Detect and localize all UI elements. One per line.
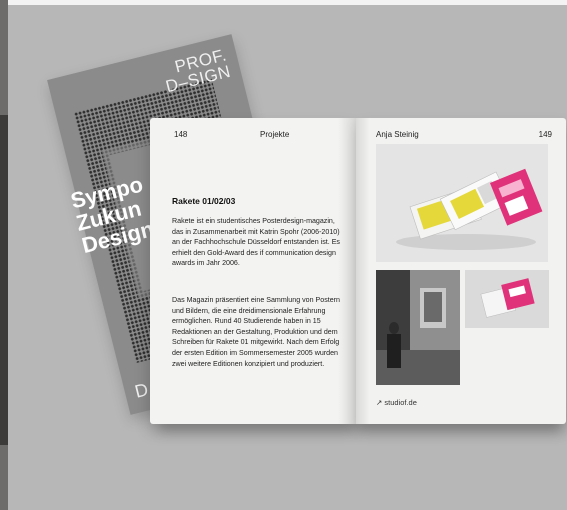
article-title: Rakete 01/02/03 xyxy=(172,196,236,206)
detail-illustration xyxy=(465,270,549,328)
right-page-number: 149 xyxy=(538,130,552,139)
section-header: Projekte xyxy=(260,130,290,139)
photo-scene: PROF. D–SIGN Sympo Zukun Design D 148 Pr… xyxy=(0,0,567,510)
open-magazine: 148 Projekte Rakete 01/02/03 Rakete ist … xyxy=(150,118,566,428)
photo-magazine-detail xyxy=(465,270,549,328)
cover-brand: PROF. D–SIGN xyxy=(163,45,233,97)
paragraph-intro: Rakete ist ein studentisches Posterdesig… xyxy=(172,217,340,268)
photo-studio-room xyxy=(376,270,460,385)
left-edge xyxy=(0,0,8,510)
photo-magazines xyxy=(376,144,548,262)
magazines-illustration xyxy=(376,144,548,262)
left-page: 148 Projekte Rakete 01/02/03 Rakete ist … xyxy=(150,118,356,424)
author-header: Anja Steinig xyxy=(376,130,419,139)
top-edge xyxy=(0,0,567,5)
paragraph-body: Das Magazin präsentiert eine Sammlung vo… xyxy=(172,296,340,368)
left-page-number: 148 xyxy=(174,130,188,139)
source-credit: ↗ studiof.de xyxy=(376,398,417,407)
studio-illustration xyxy=(376,270,460,385)
cover-footer-letter: D xyxy=(132,379,151,402)
